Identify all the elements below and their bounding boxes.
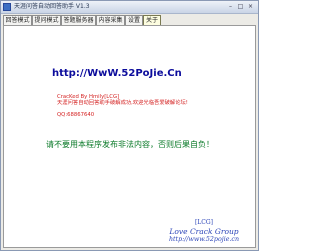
qq-number: QQ:68867640: [57, 112, 95, 118]
signature-tag: [LCG]: [194, 219, 214, 226]
signature: [LCG] Love Crack Group http://www.52poji…: [154, 219, 254, 244]
credit-line-2: 天涯问答自动回答助手破解成功,欢迎光临吾爱破解论坛!: [57, 100, 188, 107]
credit-text: CracKed By Hmily[LCG] 天涯问答自动回答助手破解成功,欢迎光…: [57, 94, 188, 107]
tab-label: 提问模式: [34, 17, 59, 24]
title-bar[interactable]: 天涯问答自动回答助手 V1.3 – □ ×: [1, 1, 258, 14]
tab-label: 答题服务器: [63, 17, 94, 24]
close-button[interactable]: ×: [246, 3, 255, 10]
signature-name: Love Crack Group: [169, 227, 239, 236]
site-url[interactable]: http://WwW.52PoJie.Cn: [52, 68, 222, 79]
tab-label: 回答模式: [5, 17, 30, 24]
about-panel: http://WwW.52PoJie.Cn CracKed By Hmily[L…: [3, 25, 256, 248]
maximize-button[interactable]: □: [236, 3, 245, 10]
minimize-button[interactable]: –: [226, 3, 235, 10]
app-window: 天涯问答自动回答助手 V1.3 – □ × 回答模式 提问模式 答题服务器 内容…: [0, 0, 259, 251]
tab-label: 关于: [145, 17, 158, 24]
signature-link[interactable]: http://www.52pojie.cn: [154, 236, 254, 244]
warning-text: 请不要用本程序发布非法内容，否则后果自负！: [46, 140, 214, 149]
tab-label: 内容采集: [98, 17, 123, 24]
window-title: 天涯问答自动回答助手 V1.3: [14, 3, 90, 10]
tab-label: 设置: [127, 17, 140, 24]
app-icon: [3, 3, 11, 11]
